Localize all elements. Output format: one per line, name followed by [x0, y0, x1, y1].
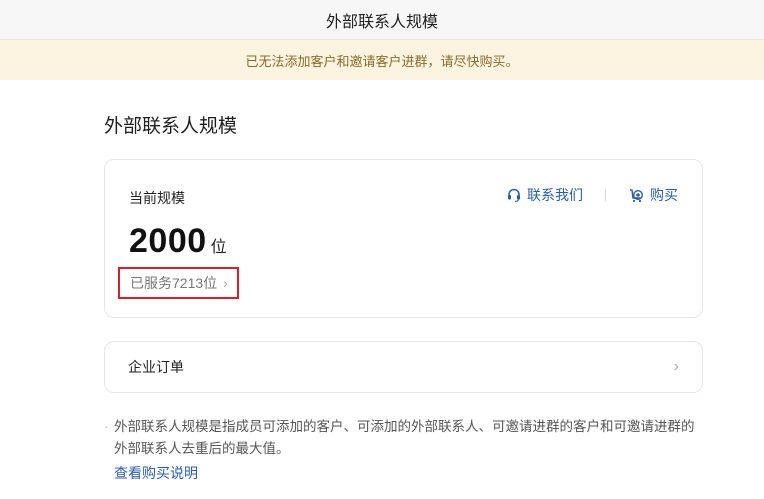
warning-banner-text: 已无法添加客户和邀请客户进群，请尽快购买。: [245, 53, 519, 69]
scale-explanation-note: · 外部联系人规模是指成员可添加的客户、可添加的外部联系人、可邀请进群的客户和可…: [104, 416, 704, 460]
scale-number: 2000: [129, 222, 207, 260]
cart-plus-icon: [630, 188, 644, 202]
purchase-instructions-link[interactable]: 查看购买说明: [114, 463, 198, 483]
card-actions: 联系我们 购买: [506, 185, 678, 205]
buy-label: 购买: [650, 187, 678, 203]
enterprise-orders-label: 企业订单: [128, 359, 184, 375]
contact-us-label: 联系我们: [527, 187, 583, 203]
enterprise-orders-row[interactable]: 企业订单 ›: [104, 341, 703, 393]
served-count-link[interactable]: 已服务7213位 ›: [118, 267, 239, 299]
headset-icon: [508, 188, 520, 203]
scale-value: 2000 位: [129, 222, 227, 261]
chevron-right-icon: ›: [223, 275, 228, 291]
page-title: 外部联系人规模: [104, 116, 238, 137]
current-scale-card: 当前规模 联系我们 购买 2000 位 已服务7213位 ›: [104, 159, 703, 318]
bullet-icon: ·: [104, 419, 109, 434]
window-title-bar: 外部联系人规模: [0, 0, 764, 40]
current-scale-label: 当前规模: [129, 190, 185, 206]
contact-us-button[interactable]: 联系我们: [506, 185, 583, 205]
served-count-text: 已服务7213位: [130, 275, 218, 291]
buy-button[interactable]: 购买: [628, 185, 678, 205]
warning-banner: 已无法添加客户和邀请客户进群，请尽快购买。: [0, 40, 764, 80]
window-title: 外部联系人规模: [325, 13, 438, 31]
action-divider: [605, 189, 606, 201]
scale-unit: 位: [210, 239, 227, 256]
scale-explanation-text: 外部联系人规模是指成员可添加的客户、可添加的外部联系人、可邀请进群的客户和可邀请…: [114, 419, 695, 456]
chevron-right-icon: ›: [673, 358, 679, 375]
